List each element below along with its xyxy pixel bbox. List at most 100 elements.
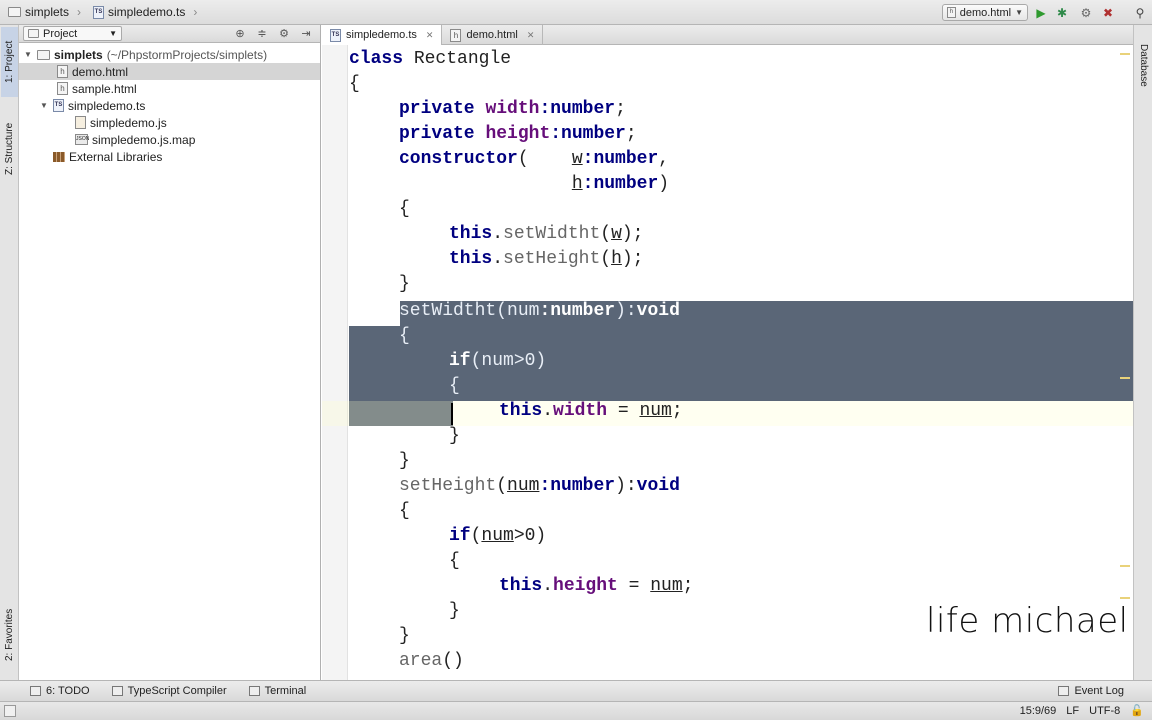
settings-icon[interactable]: ⚙: [1077, 4, 1095, 21]
sdk-icon[interactable]: ✖: [1099, 4, 1117, 21]
project-view-label: Project: [43, 27, 78, 40]
event-log-button[interactable]: Event Log: [1058, 685, 1124, 697]
code-line: {: [399, 501, 410, 521]
code-line: setHeight(num:number):void: [399, 476, 680, 496]
caret-position[interactable]: 15:9/69: [1020, 705, 1057, 717]
code-line: }: [449, 426, 460, 446]
tree-item-simplets[interactable]: ▼ simplets (~/PhpstormProjects/simplets): [19, 46, 320, 63]
scroll-marker: [1120, 597, 1130, 599]
hide-icon[interactable]: ⇥: [298, 26, 314, 42]
event-log-icon: [1058, 686, 1070, 696]
terminal-button[interactable]: Terminal: [248, 685, 307, 697]
tree-item-label: simpledemo.js: [90, 115, 167, 130]
todo-button[interactable]: 6: TODO: [30, 685, 90, 697]
code-line: {: [349, 74, 360, 94]
tree-item-label: External Libraries: [69, 149, 163, 164]
code-line: }: [399, 451, 410, 471]
code-line: h:number): [571, 174, 670, 194]
tool-tab-label: Z: Structure: [4, 122, 15, 176]
right-tool-strip: Database: [1133, 25, 1152, 680]
tree-item-simpledemo-js-map[interactable]: JSON simpledemo.js.map: [19, 131, 320, 148]
editor-tabs: TS simpledemo.ts ✕ h demo.html ✕: [322, 25, 1133, 45]
scroll-marker: [1120, 565, 1130, 567]
scroll-marker: [1120, 377, 1130, 379]
tool-tab-structure[interactable]: Z: Structure: [1, 109, 18, 189]
project-tree: ▼ simplets (~/PhpstormProjects/simplets)…: [19, 43, 320, 165]
html-file-icon: h: [57, 82, 68, 95]
code-line: {: [399, 326, 410, 346]
terminal-icon: [248, 686, 260, 696]
tool-tab-favorites[interactable]: 2: Favorites: [1, 595, 18, 675]
folder-icon: [37, 49, 50, 60]
html-file-icon: h: [947, 7, 956, 18]
tree-item-sample-html[interactable]: h sample.html: [19, 80, 320, 97]
tree-item-label: demo.html: [72, 64, 129, 79]
expand-arrow-icon[interactable]: ▼: [23, 50, 33, 59]
code-line: class Rectangle: [349, 49, 512, 69]
todo-icon: [30, 686, 41, 696]
line-ending[interactable]: LF: [1066, 705, 1079, 717]
collapse-icon[interactable]: ≑: [254, 26, 270, 42]
chevron-down-icon: ▼: [109, 29, 117, 38]
tab-simpledemo-ts[interactable]: TS simpledemo.ts ✕: [322, 25, 443, 45]
debug-icon[interactable]: ✱: [1053, 4, 1071, 21]
run-icon[interactable]: ▶: [1032, 4, 1050, 21]
compiler-icon: [111, 686, 123, 696]
code-line: {: [399, 199, 410, 219]
tree-item-simpledemo-ts[interactable]: ▼ TS simpledemo.ts: [19, 97, 320, 114]
breadcrumb-project[interactable]: simplets ›: [0, 5, 85, 19]
code-line: {: [449, 551, 460, 571]
chevron-right-icon: ›: [77, 5, 82, 19]
tree-item-demo-html[interactable]: h demo.html: [19, 63, 320, 80]
event-log-label: Event Log: [1074, 685, 1124, 697]
html-file-icon: h: [57, 65, 68, 78]
tree-item-simpledemo-js[interactable]: simpledemo.js: [19, 114, 320, 131]
code-line: if(num>0): [449, 526, 547, 546]
expand-arrow-icon[interactable]: ▼: [39, 101, 49, 110]
chevron-down-icon: ▼: [1015, 8, 1023, 17]
tree-item-label: sample.html: [72, 81, 137, 96]
library-icon: [53, 151, 65, 162]
breadcrumb-file[interactable]: TS simpledemo.ts ›: [85, 5, 201, 19]
tree-item-external-libraries[interactable]: External Libraries: [19, 148, 320, 165]
code-editor[interactable]: class Rectangle { private width:number; …: [322, 45, 1133, 680]
tree-item-path: (~/PhpstormProjects/simplets): [106, 47, 268, 62]
run-configuration-label: demo.html: [959, 6, 1012, 19]
tab-label: demo.html: [466, 29, 518, 41]
tool-tab-project[interactable]: 1: Project: [1, 27, 18, 97]
close-icon[interactable]: ✕: [527, 30, 535, 41]
tool-window-bar: 6: TODO TypeScript Compiler Terminal Eve…: [0, 680, 1152, 701]
gear-icon[interactable]: ⚙: [276, 26, 292, 42]
tab-label: simpledemo.ts: [346, 29, 417, 41]
left-tool-strip: 1: Project Z: Structure 2: Favorites: [0, 25, 19, 680]
code-line: if(num>0): [449, 351, 547, 371]
close-icon[interactable]: ✕: [426, 30, 434, 41]
tool-tab-database[interactable]: Database: [1135, 33, 1152, 97]
typescript-file-icon: TS: [53, 99, 64, 112]
run-configuration-select[interactable]: h demo.html ▼: [942, 4, 1028, 21]
lock-icon[interactable]: 🔓: [1130, 704, 1144, 717]
tool-tab-label: Database: [1138, 43, 1149, 87]
project-panel-header: Project ▼ ⊕ ≑ ⚙ ⇥: [19, 25, 320, 43]
tool-windows-toggle-icon[interactable]: [4, 705, 16, 717]
text-cursor: [451, 403, 453, 425]
status-bar: 15:9/69 LF UTF-8 🔓: [0, 701, 1152, 720]
file-encoding[interactable]: UTF-8: [1089, 705, 1120, 717]
search-icon[interactable]: ⚲: [1131, 4, 1149, 21]
code-line: this.setHeight(h);: [449, 249, 644, 269]
javascript-file-icon: [75, 116, 86, 129]
scroll-marker: [1120, 53, 1130, 55]
code-line: }: [449, 601, 460, 621]
tab-demo-html[interactable]: h demo.html ✕: [442, 25, 544, 45]
code-line: area(): [399, 651, 464, 671]
tree-item-label: simplets: [54, 47, 103, 62]
tree-item-label: simpledemo.ts: [68, 98, 146, 113]
project-view-select[interactable]: Project ▼: [23, 26, 122, 41]
locate-icon[interactable]: ⊕: [232, 26, 248, 42]
typescript-compiler-button[interactable]: TypeScript Compiler: [111, 685, 227, 697]
tool-tab-label: 1: Project: [4, 40, 15, 84]
watermark-text: life michael: [926, 601, 1129, 641]
tree-item-label: simpledemo.js.map: [92, 132, 196, 147]
terminal-label: Terminal: [264, 685, 307, 697]
folder-icon: [8, 7, 21, 17]
